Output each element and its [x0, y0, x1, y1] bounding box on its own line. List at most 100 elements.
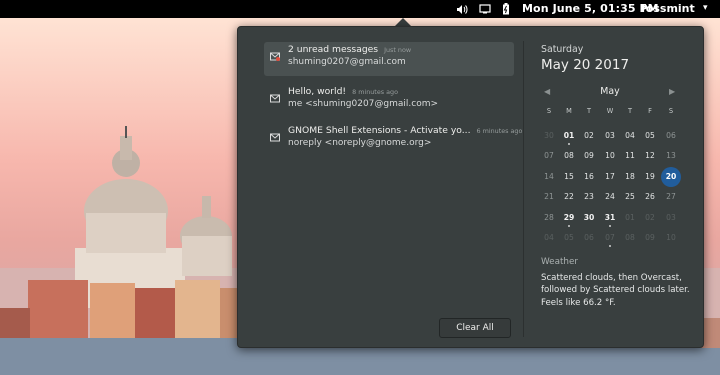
calendar-popup: 2 unread messages Just now shuming0207@gma…: [237, 26, 704, 348]
notification-title: Hello, world! 8 minutes ago: [288, 86, 398, 97]
calendar-day[interactable]: 16: [579, 167, 599, 187]
clock-label[interactable]: Mon June 5, 01:35 PM: [522, 2, 659, 15]
calendar-weekday: Saturday: [541, 44, 584, 55]
calendar-day[interactable]: 17: [600, 167, 620, 187]
calendar-day-number: 26: [645, 192, 655, 201]
volume-icon[interactable]: [455, 2, 469, 16]
popup-pointer: [395, 18, 411, 26]
notification-item[interactable]: 2 unread messages Just now shuming0207@gma…: [264, 42, 514, 76]
calendar-day[interactable]: 04: [620, 126, 640, 146]
calendar-day-number: 25: [625, 192, 635, 201]
calendar-day-number: 13: [666, 151, 676, 160]
calendar-day[interactable]: 29: [559, 208, 579, 228]
calendar-day-number: 05: [564, 233, 574, 242]
calendar-day-number: 09: [584, 151, 594, 160]
calendar-day[interactable]: 31: [600, 208, 620, 228]
calendar-day-number: 01: [563, 131, 575, 140]
calendar-day[interactable]: 30: [579, 208, 599, 228]
calendar-day[interactable]: 04: [539, 228, 559, 248]
notification-time: 6 minutes ago: [476, 127, 523, 135]
calendar-day[interactable]: 24: [600, 187, 620, 207]
calendar-day[interactable]: 13: [661, 146, 681, 166]
calendar-day[interactable]: 10: [600, 146, 620, 166]
calendar-day[interactable]: 21: [539, 187, 559, 207]
dropdown-caret-icon[interactable]: ▾: [703, 3, 708, 13]
calendar-day[interactable]: 19: [640, 167, 660, 187]
calendar-day[interactable]: 12: [640, 146, 660, 166]
calendar-day-number: 23: [584, 192, 594, 201]
calendar-day[interactable]: 26: [640, 187, 660, 207]
calendar-day[interactable]: 02: [579, 126, 599, 146]
calendar-day[interactable]: 03: [600, 126, 620, 146]
notification-sender: shuming0207@gmail.com: [288, 57, 406, 67]
calendar-day-number: 24: [605, 192, 615, 201]
weather-description[interactable]: Scattered clouds, then Overcast, followe…: [541, 272, 701, 309]
calendar-day[interactable]: 27: [661, 187, 681, 207]
calendar-day[interactable]: 18: [620, 167, 640, 187]
calendar-day[interactable]: 28: [539, 208, 559, 228]
calendar-day-number: 15: [564, 172, 574, 181]
calendar-day[interactable]: 06: [579, 228, 599, 248]
notification-title: GNOME Shell Extensions - Activate yo... 6…: [288, 125, 522, 136]
calendar-day[interactable]: 09: [640, 228, 660, 248]
calendar-day[interactable]: 09: [579, 146, 599, 166]
calendar-day[interactable]: 03: [661, 208, 681, 228]
calendar-day[interactable]: 05: [640, 126, 660, 146]
notification-title-text: Hello, world!: [288, 86, 347, 97]
calendar-day[interactable]: 07: [600, 228, 620, 248]
notification-title-text: 2 unread messages: [288, 44, 379, 55]
chevron-left-icon[interactable]: ◀: [544, 87, 550, 96]
calendar-day[interactable]: 01: [620, 208, 640, 228]
popup-divider: [523, 41, 524, 337]
notification-item[interactable]: Hello, world! 8 minutes ago me <shuming020…: [264, 84, 514, 118]
calendar-day[interactable]: 10: [661, 228, 681, 248]
event-indicator-dot: [609, 225, 611, 227]
calendar-day[interactable]: 05: [559, 228, 579, 248]
calendar-day[interactable]: 14: [539, 167, 559, 187]
calendar-day[interactable]: 25: [620, 187, 640, 207]
event-indicator-dot: [568, 225, 570, 227]
calendar-day-number: 05: [645, 131, 655, 140]
weekday-label: F: [648, 107, 652, 115]
battery-icon[interactable]: [499, 2, 513, 16]
notification-title: 2 unread messages Just now: [288, 44, 411, 55]
calendar-day[interactable]: 23: [579, 187, 599, 207]
calendar-day[interactable]: 08: [559, 146, 579, 166]
weekday-label: T: [627, 107, 633, 115]
notification-time: 8 minutes ago: [352, 88, 398, 96]
notification-item[interactable]: GNOME Shell Extensions - Activate yo... 6…: [264, 123, 522, 157]
calendar-day-number: 06: [666, 131, 676, 140]
calendar-day-number: 30: [544, 131, 554, 140]
calendar-day[interactable]: 01: [559, 126, 579, 146]
calendar-day[interactable]: 20: [661, 167, 681, 187]
calendar-day-number: 21: [544, 192, 554, 201]
calendar-day-number: 31: [604, 213, 616, 222]
display-icon[interactable]: [478, 2, 492, 16]
calendar-day[interactable]: 06: [661, 126, 681, 146]
calendar-day-number: 28: [544, 213, 554, 222]
calendar-day-number: 04: [544, 233, 554, 242]
calendar-day[interactable]: 22: [559, 187, 579, 207]
calendar-day-number: 27: [666, 192, 676, 201]
calendar-day-number: 17: [605, 172, 615, 181]
calendar-day[interactable]: 30: [539, 126, 559, 146]
calendar-day-number: 19: [645, 172, 655, 181]
calendar-day-number: 08: [564, 151, 574, 160]
weekday-label: W: [606, 107, 614, 115]
calendar-day[interactable]: 15: [559, 167, 579, 187]
calendar-day[interactable]: 07: [539, 146, 559, 166]
calendar-day-number: 07: [544, 151, 554, 160]
calendar-day-number: 03: [666, 213, 676, 222]
clear-all-button[interactable]: Clear All: [439, 318, 511, 338]
user-menu-label[interactable]: fossmint: [641, 2, 695, 15]
chevron-right-icon[interactable]: ▶: [669, 87, 675, 96]
weekday-label: M: [566, 107, 572, 115]
calendar-day-number: 06: [584, 233, 594, 242]
calendar-month: May: [600, 86, 620, 97]
calendar-day[interactable]: 02: [640, 208, 660, 228]
calendar-day-number: 10: [605, 151, 615, 160]
calendar-day[interactable]: 08: [620, 228, 640, 248]
calendar-day-number: 18: [625, 172, 635, 181]
calendar-day[interactable]: 11: [620, 146, 640, 166]
calendar-day-number: 01: [625, 213, 635, 222]
